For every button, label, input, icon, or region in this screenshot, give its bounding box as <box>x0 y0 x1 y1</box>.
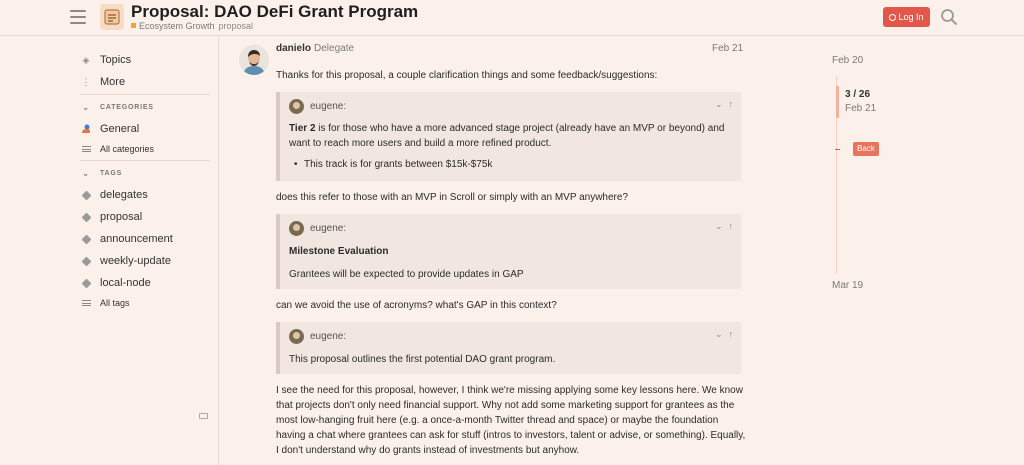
quote-bullet: This track is for grants between $15k-$7… <box>294 159 492 170</box>
quote-bold-text: Tier 2 <box>289 123 316 134</box>
sidebar-item-label: Topics <box>100 54 132 66</box>
sidebar-divider <box>80 94 210 95</box>
post-paragraph: does this refer to those with an MVP in … <box>276 192 629 203</box>
sidebar-item-label: All categories <box>100 144 155 154</box>
quote-text: Tier 2 is for those who have a more adva… <box>289 121 729 151</box>
breadcrumb: Ecosystem Growth proposal <box>131 21 253 31</box>
sidebar-item-tag-delegates[interactable]: delegates <box>80 189 148 201</box>
jump-to-post-icon[interactable]: ↑ <box>729 221 734 231</box>
author-role: Delegate <box>314 43 355 54</box>
sidebar-item-all-tags[interactable]: All tags <box>80 298 130 308</box>
timeline-position-date: Feb 21 <box>845 103 877 114</box>
layers-icon: ◈ <box>82 54 90 65</box>
quote-controls: ⌄ ↑ <box>709 221 733 232</box>
last-read-marker <box>835 149 840 150</box>
post-paragraph: I see the need for this proposal, howeve… <box>276 385 746 456</box>
sidebar-item-label: More <box>100 76 126 88</box>
topic-tag[interactable]: proposal <box>219 21 254 31</box>
tag-icon <box>80 212 92 222</box>
login-button[interactable]: Log In <box>883 7 930 27</box>
quote-author[interactable]: eugene: <box>289 221 346 236</box>
tag-icon <box>80 190 92 200</box>
page-title[interactable]: Proposal: DAO DeFi Grant Program <box>131 2 418 22</box>
expand-quote-icon[interactable]: ⌄ <box>715 221 723 231</box>
site-header: Proposal: DAO DeFi Grant Program Ecosyst… <box>0 0 1024 36</box>
quote-username: eugene: <box>310 223 347 234</box>
category-color-icon <box>131 23 136 28</box>
login-label: Log In <box>898 12 924 22</box>
sidebar-item-tag-announcement[interactable]: announcement <box>80 233 173 245</box>
sidebar-item-label: weekly-update <box>100 255 171 267</box>
jump-to-post-icon[interactable]: ↑ <box>729 329 734 339</box>
list-icon <box>80 145 92 154</box>
timeline-handle[interactable] <box>836 86 839 118</box>
quote-avatar <box>289 329 304 344</box>
expand-quote-icon[interactable]: ⌄ <box>715 99 723 109</box>
sidebar-item-label: proposal <box>100 211 143 223</box>
ellipsis-vertical-icon: ⋮ <box>81 76 91 87</box>
quote-block: eugene: ⌄ ↑ This proposal outlines the fi… <box>276 322 741 374</box>
tag-icon <box>80 234 92 244</box>
quote-username: eugene: <box>310 101 347 112</box>
user-icon <box>889 14 897 21</box>
quote-avatar <box>289 99 304 114</box>
section-heading: CATEGORIES <box>100 104 154 111</box>
sidebar-item-label: All tags <box>100 298 130 308</box>
chevron-down-icon: ⌄ <box>82 169 90 178</box>
sidebar-item-tag-local-node[interactable]: local-node <box>80 277 151 289</box>
sidebar-item-all-categories[interactable]: All categories <box>80 144 154 154</box>
timeline-start-date[interactable]: Feb 20 <box>832 55 863 66</box>
tag-icon <box>80 256 92 266</box>
post-date[interactable]: Feb 21 <box>712 43 743 54</box>
site-logo[interactable] <box>100 4 124 30</box>
category-link[interactable]: Ecosystem Growth <box>139 21 215 31</box>
sidebar-item-label: General <box>100 123 140 135</box>
tag-icon <box>80 278 92 288</box>
post-author: danielo Delegate <box>276 43 354 54</box>
hamburger-menu-icon[interactable] <box>70 10 86 24</box>
timeline-position: 3 / 26 <box>845 89 871 100</box>
quote-username: eugene: <box>310 331 347 342</box>
author-name[interactable]: danielo <box>276 43 311 54</box>
quote-controls: ⌄ ↑ <box>709 99 733 110</box>
quote-body-text: is for those who have a more advanced st… <box>289 123 725 149</box>
sidebar-item-label: announcement <box>100 233 173 245</box>
keyboard-shortcuts-icon[interactable] <box>199 413 208 419</box>
search-icon[interactable] <box>940 8 958 31</box>
post-paragraph: can we avoid the use of acronyms? what's… <box>276 300 557 311</box>
quote-author[interactable]: eugene: <box>289 329 346 344</box>
quote-text: Grantees will be expected to provide upd… <box>289 269 524 280</box>
quote-controls: ⌄ ↑ <box>709 329 733 340</box>
sidebar-item-label: delegates <box>100 189 148 201</box>
tags-section-toggle[interactable]: ⌄ TAGS <box>80 169 122 178</box>
post-paragraph: Thanks for this proposal, a couple clari… <box>276 70 658 81</box>
quote-heading: Milestone Evaluation <box>289 246 389 257</box>
sidebar <box>0 36 219 465</box>
quote-avatar <box>289 221 304 236</box>
category-icon <box>80 124 92 134</box>
sidebar-item-label: local-node <box>100 277 151 289</box>
sidebar-item-tag-proposal[interactable]: proposal <box>80 211 142 223</box>
quote-author[interactable]: eugene: <box>289 99 346 114</box>
sidebar-item-general[interactable]: General <box>80 123 139 135</box>
sidebar-item-topics[interactable]: ◈ Topics <box>80 54 132 66</box>
sidebar-item-tag-weekly-update[interactable]: weekly-update <box>80 255 171 267</box>
section-heading: TAGS <box>100 170 123 177</box>
sidebar-item-more[interactable]: ⋮ More <box>80 76 126 88</box>
categories-section-toggle[interactable]: ⌄ CATEGORIES <box>80 103 154 112</box>
chevron-down-icon: ⌄ <box>82 103 90 112</box>
timeline-end-date[interactable]: Mar 19 <box>832 280 863 291</box>
quote-block: eugene: ⌄ ↑ Milestone Evaluation Grantees… <box>276 214 741 289</box>
expand-quote-icon[interactable]: ⌄ <box>715 329 723 339</box>
author-avatar[interactable] <box>239 45 269 75</box>
quote-text: This proposal outlines the first potenti… <box>289 354 556 365</box>
quote-block: eugene: ⌄ ↑ Tier 2 is for those who have … <box>276 92 741 181</box>
jump-to-post-icon[interactable]: ↑ <box>729 99 734 109</box>
list-icon <box>80 299 92 308</box>
back-button[interactable]: Back <box>853 142 879 156</box>
sidebar-divider <box>80 160 210 161</box>
